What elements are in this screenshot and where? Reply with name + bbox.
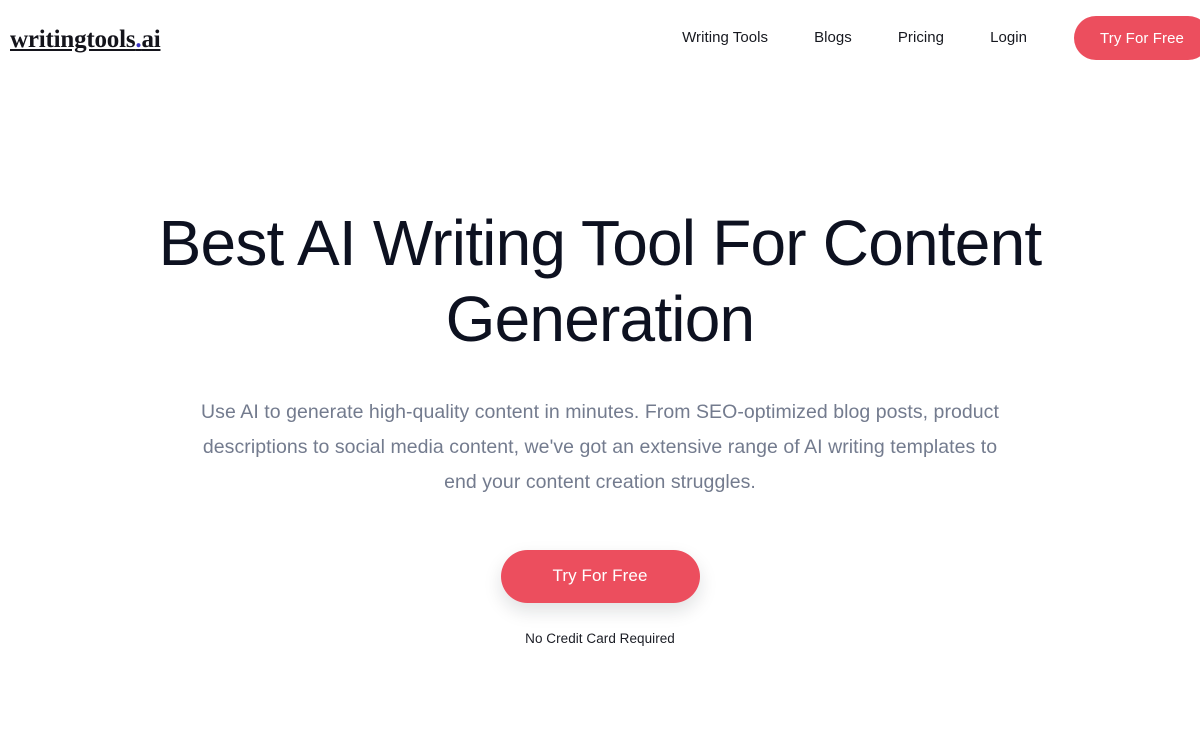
brand-name-suffix: ai (141, 25, 161, 53)
nav-item-writing-tools[interactable]: Writing Tools (682, 29, 791, 47)
brand-name-primary: writingtools (10, 25, 136, 53)
nav-item-login[interactable]: Login (967, 29, 1050, 47)
header-try-for-free-button[interactable]: Try For Free (1074, 16, 1200, 60)
hero-cta-group: Try For Free No Credit Card Required (0, 549, 1200, 646)
main-navigation: Writing Tools Blogs Pricing Login Try Fo… (682, 16, 1200, 60)
page-title: Best AI Writing Tool For Content Generat… (125, 206, 1075, 357)
nav-link-writing-tools[interactable]: Writing Tools (682, 23, 768, 52)
nav-link-blogs[interactable]: Blogs (814, 23, 852, 52)
nav-link-pricing[interactable]: Pricing (898, 23, 944, 52)
hero-title-line-2: Generation (445, 282, 755, 355)
hero-section: Best AI Writing Tool For Content Generat… (0, 76, 1200, 646)
nav-link-login[interactable]: Login (990, 23, 1027, 52)
hero-try-for-free-button[interactable]: Try For Free (500, 549, 700, 603)
site-header: writingtools.ai Writing Tools Blogs Pric… (0, 0, 1200, 76)
cta-note: No Credit Card Required (525, 630, 675, 646)
brand-logo[interactable]: writingtools.ai (10, 25, 161, 53)
nav-item-blogs[interactable]: Blogs (791, 29, 875, 47)
nav-item-pricing[interactable]: Pricing (875, 29, 967, 47)
hero-subtitle: Use AI to generate high-quality content … (201, 401, 999, 493)
hero-title-line-1: Best AI Writing Tool For Content (158, 207, 1042, 279)
